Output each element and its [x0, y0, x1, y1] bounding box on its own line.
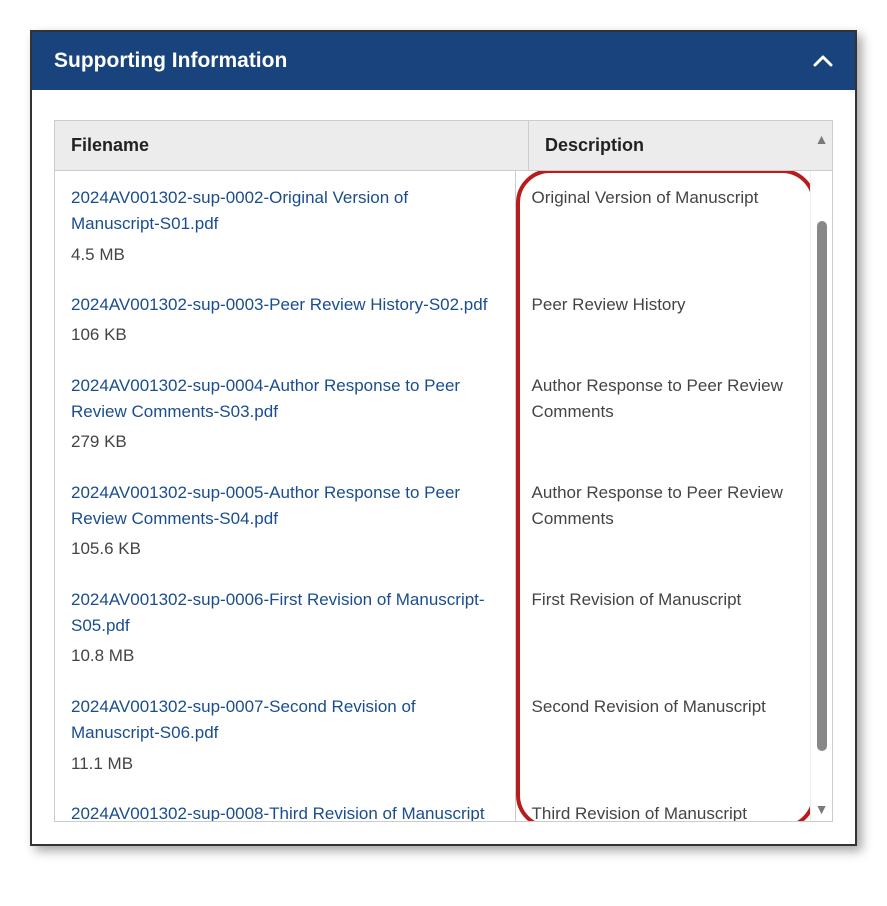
file-link[interactable]: 2024AV001302-sup-0004-Author Response to…: [71, 373, 499, 426]
file-link[interactable]: 2024AV001302-sup-0007-Second Revision of…: [71, 694, 499, 747]
filename-cell: 2024AV001302-sup-0003-Peer Review Histor…: [55, 278, 516, 359]
file-link[interactable]: 2024AV001302-sup-0002-Original Version o…: [71, 185, 499, 238]
rows-container: 2024AV001302-sup-0002-Original Version o…: [55, 171, 810, 821]
file-size: 105.6 KB: [71, 536, 499, 562]
filename-cell: 2024AV001302-sup-0005-Author Response to…: [55, 466, 516, 573]
description-cell: Author Response to Peer Review Comments: [516, 359, 810, 466]
panel-header[interactable]: Supporting Information: [32, 32, 855, 90]
scrollbar[interactable]: ▲ ▼: [810, 171, 832, 821]
description-cell: First Revision of Manuscript: [516, 573, 810, 680]
filename-cell: 2024AV001302-sup-0008-Third Revision of …: [55, 787, 516, 821]
table-row: 2024AV001302-sup-0002-Original Version o…: [55, 171, 810, 278]
table-row: 2024AV001302-sup-0008-Third Revision of …: [55, 787, 810, 821]
file-link[interactable]: 2024AV001302-sup-0006-First Revision of …: [71, 587, 499, 640]
panel-body: Filename Description 2024AV001302-sup-00…: [32, 90, 855, 844]
description-text: Author Response to Peer Review Comments: [532, 376, 783, 421]
scroll-down-icon[interactable]: ▼: [815, 799, 829, 819]
description-cell: Original Version of Manuscript: [516, 171, 810, 278]
panel-title: Supporting Information: [54, 49, 287, 73]
scrollbar-thumb[interactable]: [817, 221, 827, 751]
scroll-up-icon[interactable]: ▲: [815, 129, 829, 149]
table-row: 2024AV001302-sup-0007-Second Revision of…: [55, 680, 810, 787]
filename-cell: 2024AV001302-sup-0004-Author Response to…: [55, 359, 516, 466]
table-row: 2024AV001302-sup-0005-Author Response to…: [55, 466, 810, 573]
table-row: 2024AV001302-sup-0003-Peer Review Histor…: [55, 278, 810, 359]
chevron-up-icon: [813, 48, 833, 74]
description-text: Original Version of Manuscript: [532, 188, 759, 207]
table-row: 2024AV001302-sup-0004-Author Response to…: [55, 359, 810, 466]
description-text: First Revision of Manuscript: [532, 590, 742, 609]
column-header-description: Description: [529, 121, 832, 170]
description-cell: Peer Review History: [516, 278, 810, 359]
file-link[interactable]: 2024AV001302-sup-0003-Peer Review Histor…: [71, 292, 499, 318]
filename-cell: 2024AV001302-sup-0002-Original Version o…: [55, 171, 516, 278]
description-text: Author Response to Peer Review Comments: [532, 483, 783, 528]
file-size: 11.1 MB: [71, 751, 499, 777]
description-cell: Second Revision of Manuscript: [516, 680, 810, 787]
table-body: 2024AV001302-sup-0002-Original Version o…: [55, 171, 832, 821]
file-link[interactable]: 2024AV001302-sup-0008-Third Revision of …: [71, 801, 499, 821]
column-header-filename: Filename: [55, 121, 529, 170]
file-table: Filename Description 2024AV001302-sup-00…: [54, 120, 833, 822]
file-size: 10.8 MB: [71, 643, 499, 669]
description-text: Peer Review History: [532, 295, 686, 314]
filename-cell: 2024AV001302-sup-0007-Second Revision of…: [55, 680, 516, 787]
table-header-row: Filename Description: [55, 121, 832, 171]
supporting-info-card: Supporting Information Filename Descript…: [30, 30, 857, 846]
file-link[interactable]: 2024AV001302-sup-0005-Author Response to…: [71, 480, 499, 533]
description-cell: Third Revision of Manuscript: [516, 787, 810, 821]
description-cell: Author Response to Peer Review Comments: [516, 466, 810, 573]
table-row: 2024AV001302-sup-0006-First Revision of …: [55, 573, 810, 680]
description-text: Third Revision of Manuscript: [532, 804, 747, 821]
file-size: 106 KB: [71, 322, 499, 348]
filename-cell: 2024AV001302-sup-0006-First Revision of …: [55, 573, 516, 680]
file-size: 279 KB: [71, 429, 499, 455]
description-text: Second Revision of Manuscript: [532, 697, 766, 716]
file-size: 4.5 MB: [71, 242, 499, 268]
